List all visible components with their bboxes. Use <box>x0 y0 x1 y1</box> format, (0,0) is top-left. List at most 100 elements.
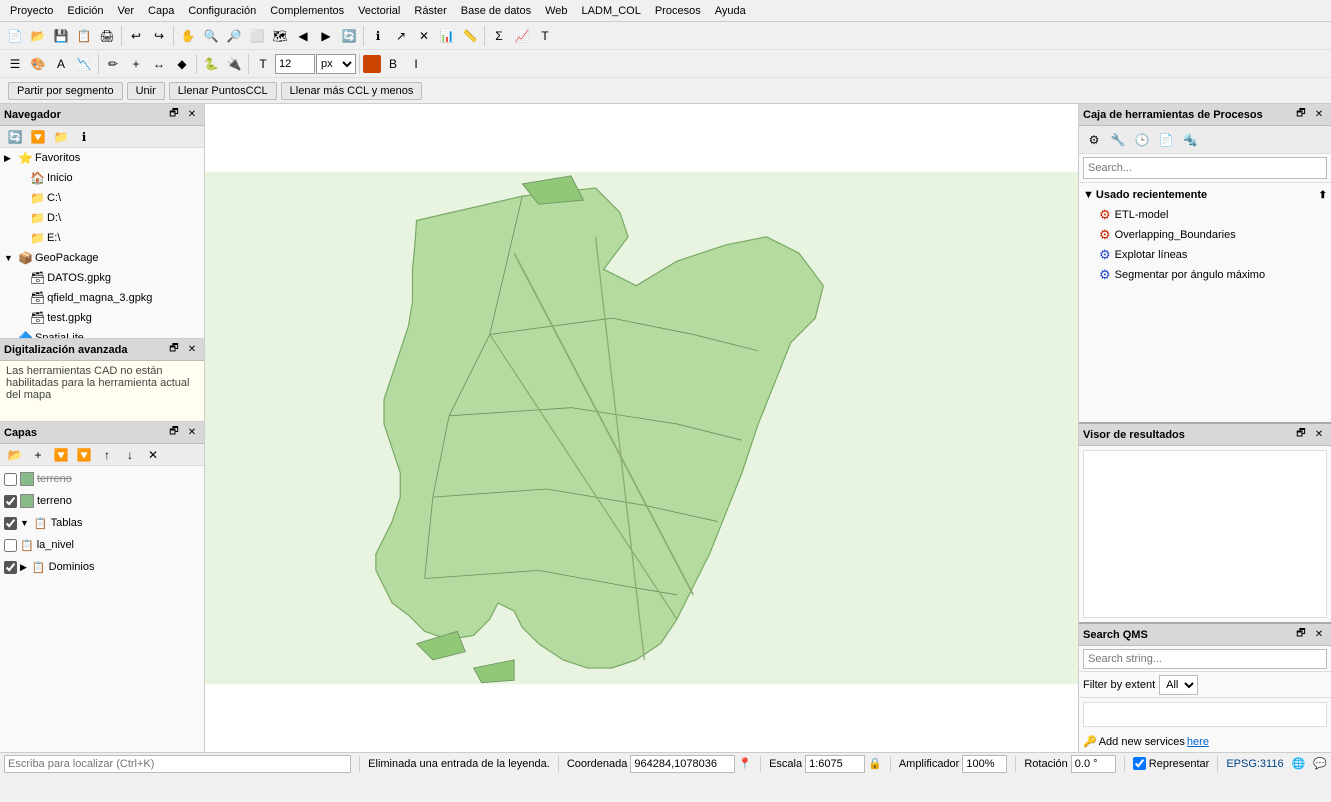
print-btn[interactable]: 🖨 <box>96 25 118 47</box>
layers-up-btn[interactable]: ↑ <box>96 444 118 466</box>
menu-raster[interactable]: Ráster <box>408 3 452 19</box>
zoom-layer-btn[interactable]: 🗺 <box>269 25 291 47</box>
layers-filter-btn[interactable]: 🔽 <box>50 444 72 466</box>
llenar-puntoscl-btn[interactable]: Llenar PuntosCCL <box>169 82 277 100</box>
zoom-extent-btn[interactable]: ⬜ <box>246 25 268 47</box>
toolbox-segmentar-item[interactable]: ⚙ Segmentar por ángulo máximo <box>1079 265 1331 285</box>
toolbox-close-icon[interactable]: ✕ <box>1311 107 1327 123</box>
menu-base-datos[interactable]: Base de datos <box>455 3 537 19</box>
scale-input[interactable] <box>805 755 865 773</box>
navigator-restore-icon[interactable]: 🗗 <box>166 107 182 123</box>
partir-segmento-btn[interactable]: Partir por segmento <box>8 82 123 100</box>
nav-item-test[interactable]: 🗃 test.gpkg <box>0 308 204 328</box>
nav-collapse-btn[interactable]: 📁 <box>50 126 72 148</box>
terreno-checked-checkbox[interactable] <box>4 495 17 508</box>
toolbox-explotar-item[interactable]: ⚙ Explotar líneas <box>1079 245 1331 265</box>
toolbox-history-btn[interactable]: 🕒 <box>1131 129 1153 151</box>
dig-restore-icon[interactable]: 🗗 <box>166 342 182 358</box>
terreno-unchecked-checkbox[interactable] <box>4 473 17 486</box>
layer-item-terreno-checked[interactable]: terreno <box>0 490 204 512</box>
layers-remove-btn[interactable]: ✕ <box>142 444 164 466</box>
menu-proyecto[interactable]: Proyecto <box>4 3 59 19</box>
coordinate-input[interactable] <box>630 755 735 773</box>
attr-table-btn[interactable]: 📊 <box>436 25 458 47</box>
status-search-input[interactable] <box>4 755 351 773</box>
nav-item-e[interactable]: 📁 E:\ <box>0 228 204 248</box>
open-btn[interactable]: 📂 <box>27 25 49 47</box>
amplifier-input[interactable] <box>962 755 1007 773</box>
layer-item-tablas[interactable]: ▼ 📋 Tablas <box>0 512 204 534</box>
zoom-next-btn[interactable]: ▶ <box>315 25 337 47</box>
menu-capa[interactable]: Capa <box>142 3 180 19</box>
color-btn[interactable] <box>363 55 381 73</box>
font-size-input[interactable] <box>275 54 315 74</box>
layers-down-btn[interactable]: ↓ <box>119 444 141 466</box>
menu-complementos[interactable]: Complementos <box>264 3 350 19</box>
layers-add-btn[interactable]: + <box>27 444 49 466</box>
add-feature-btn[interactable]: + <box>125 53 147 75</box>
llenar-mas-ccl-btn[interactable]: Llenar más CCL y menos <box>281 82 423 100</box>
nav-item-favoritos[interactable]: ▶ ⭐ Favoritos <box>0 148 204 168</box>
refresh-btn[interactable]: 🔄 <box>338 25 360 47</box>
qms-search-input[interactable] <box>1083 649 1327 669</box>
render-checkbox[interactable] <box>1133 757 1146 770</box>
zoom-prev-btn[interactable]: ◀ <box>292 25 314 47</box>
calculator-btn[interactable]: Σ <box>488 25 510 47</box>
select-btn[interactable]: ↗ <box>390 25 412 47</box>
layers-open-btn[interactable]: 📂 <box>4 444 26 466</box>
nav-item-datos-gpkg[interactable]: 🗃 DATOS.gpkg <box>0 268 204 288</box>
epsg-value[interactable]: EPSG:3116 <box>1226 758 1283 770</box>
move-feature-btn[interactable]: ↔ <box>148 53 170 75</box>
new-project-btn[interactable]: 📄 <box>4 25 26 47</box>
menu-configuracion[interactable]: Configuración <box>182 3 262 19</box>
bold-btn[interactable]: B <box>382 53 404 75</box>
save-as-btn[interactable]: 📋 <box>73 25 95 47</box>
field-calc-btn[interactable]: T <box>534 25 556 47</box>
node-tool-btn[interactable]: ◆ <box>171 53 193 75</box>
la-nivel-checkbox[interactable] <box>4 539 17 552</box>
zoom-in-btn[interactable]: 🔍 <box>200 25 222 47</box>
menu-edicion[interactable]: Edición <box>61 3 109 19</box>
identify-btn[interactable]: ℹ <box>367 25 389 47</box>
rotation-input[interactable] <box>1071 755 1116 773</box>
nav-item-d[interactable]: 📁 D:\ <box>0 208 204 228</box>
nav-item-inicio[interactable]: 🏠 Inicio <box>0 168 204 188</box>
messages-icon[interactable]: 💬 <box>1313 757 1327 770</box>
plugin-btn[interactable]: 🔌 <box>223 53 245 75</box>
toolbox-settings-btn[interactable]: 🔩 <box>1179 129 1201 151</box>
nav-refresh-btn[interactable]: 🔄 <box>4 126 26 148</box>
dominios-checkbox[interactable] <box>4 561 17 574</box>
layer-item-la-nivel[interactable]: 📋 la_nivel <box>0 534 204 556</box>
font-unit-select[interactable]: px <box>316 54 356 74</box>
menu-procesos[interactable]: Procesos <box>649 3 707 19</box>
diagram-btn[interactable]: 📉 <box>73 53 95 75</box>
pan-btn[interactable]: ✋ <box>177 25 199 47</box>
navigator-close-icon[interactable]: ✕ <box>184 107 200 123</box>
layers-close-icon[interactable]: ✕ <box>184 425 200 441</box>
qms-restore-icon[interactable]: 🗗 <box>1293 627 1309 643</box>
menu-ladm-col[interactable]: LADM_COL <box>576 3 647 19</box>
qms-filter-select[interactable]: All <box>1159 675 1198 695</box>
toolbox-restore-icon[interactable]: 🗗 <box>1293 107 1309 123</box>
style-btn[interactable]: 🎨 <box>27 53 49 75</box>
qms-close-icon[interactable]: ✕ <box>1311 627 1327 643</box>
italic-btn[interactable]: I <box>405 53 427 75</box>
edit-btn[interactable]: ✏ <box>102 53 124 75</box>
results-restore-icon[interactable]: 🗗 <box>1293 427 1309 443</box>
save-btn[interactable]: 💾 <box>50 25 72 47</box>
labeling-btn[interactable]: A <box>50 53 72 75</box>
dig-close-icon[interactable]: ✕ <box>184 342 200 358</box>
redo-btn[interactable]: ↪ <box>148 25 170 47</box>
undo-btn[interactable]: ↩ <box>125 25 147 47</box>
measure-btn[interactable]: 📏 <box>459 25 481 47</box>
menu-ayuda[interactable]: Ayuda <box>709 3 752 19</box>
nav-item-c[interactable]: 📁 C:\ <box>0 188 204 208</box>
layer-item-terreno-unchecked[interactable]: terreno <box>0 468 204 490</box>
nav-item-geopackage[interactable]: ▼ 📦 GeoPackage <box>0 248 204 268</box>
map-area[interactable] <box>205 104 1078 752</box>
toolbox-etl-item[interactable]: ⚙ ETL-model <box>1079 205 1331 225</box>
toolbox-search-input[interactable] <box>1083 157 1327 179</box>
nav-item-spatialite[interactable]: 🔷 SpatiaLite <box>0 328 204 338</box>
unir-btn[interactable]: Unir <box>127 82 165 100</box>
deselect-btn[interactable]: ✕ <box>413 25 435 47</box>
